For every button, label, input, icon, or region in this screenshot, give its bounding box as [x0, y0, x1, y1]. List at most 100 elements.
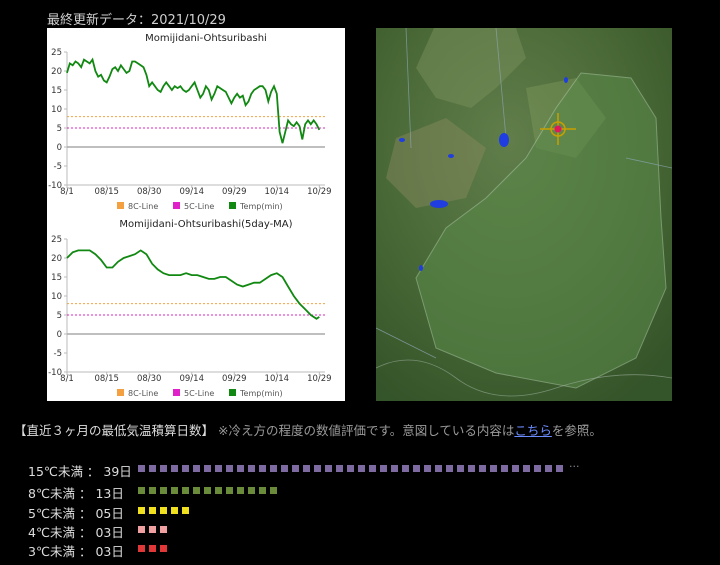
- day-square: [391, 465, 398, 472]
- lake: [430, 200, 448, 208]
- x-tick-label: 10/14: [265, 187, 290, 197]
- x-tick-label: 08/30: [137, 374, 162, 384]
- last-updated: 最終更新データ：2021/10/29: [47, 13, 226, 28]
- lake: [499, 133, 509, 147]
- y-tick-label: 10: [51, 292, 62, 302]
- day-square: [413, 465, 420, 472]
- day-square: [501, 465, 508, 472]
- chart-2: Momijidani-Ohtsuribashi(5day-MA) 25 20 15 10…: [48, 219, 331, 398]
- day-square: [545, 465, 552, 472]
- day-square: [281, 465, 288, 472]
- x-tick-label: 8/1: [60, 374, 74, 384]
- day-square: [160, 526, 167, 533]
- day-square: [358, 465, 365, 472]
- day-square: [193, 487, 200, 494]
- day-square: [160, 507, 167, 514]
- day-square: [149, 526, 156, 533]
- threshold-row: 3℃未満 ： 03日: [28, 541, 167, 559]
- day-square: [193, 465, 200, 472]
- day-square: [171, 487, 178, 494]
- legend-label: Temp(min): [239, 389, 283, 398]
- day-square: [534, 465, 541, 472]
- day-square: [138, 545, 145, 552]
- series-line-temp-min: [66, 249, 320, 320]
- day-square: [215, 487, 222, 494]
- day-square: [270, 465, 277, 472]
- x-tick-label: 08/30: [137, 187, 162, 197]
- chart-title: Momijidani-Ohtsuribashi(5day-MA): [119, 219, 292, 230]
- day-square: [479, 465, 486, 472]
- chart-panel: Momijidani-Ohtsuribashi 25 20 15 10 5 0 -5 -10 8/…: [47, 28, 345, 401]
- y-tick-label: 5: [57, 124, 62, 134]
- legend-swatch: [229, 389, 236, 396]
- threshold-row: 15℃未満 ： 39日 ···: [28, 460, 580, 479]
- x-tick-label: 09/29: [222, 187, 247, 197]
- y-tick-label: 10: [51, 105, 62, 115]
- day-square: [446, 465, 453, 472]
- day-square: [248, 465, 255, 472]
- threshold-label: 4℃未満 ： 03日: [28, 525, 124, 540]
- lake: [399, 138, 405, 142]
- summary-note-end: を参照。: [551, 423, 602, 438]
- overflow-ellipsis: ···: [569, 460, 580, 473]
- reference-link[interactable]: こちら: [514, 423, 552, 438]
- day-square: [226, 465, 233, 472]
- day-square: [325, 465, 332, 472]
- day-square: [380, 465, 387, 472]
- day-square: [468, 465, 475, 472]
- day-square: [347, 465, 354, 472]
- day-square: [171, 465, 178, 472]
- day-square: [435, 465, 442, 472]
- legend-swatch: [229, 202, 236, 209]
- day-square: [182, 465, 189, 472]
- map-image: [376, 28, 672, 401]
- series-line-temp-min: [66, 57, 321, 144]
- day-square: [149, 465, 156, 472]
- day-square: [490, 465, 497, 472]
- day-square: [369, 465, 376, 472]
- y-tick-label: 20: [51, 67, 62, 77]
- y-tick-label: 0: [57, 330, 62, 340]
- threshold-label: 5℃未満 ： 05日: [28, 506, 124, 521]
- x-tick-label: 8/1: [60, 187, 74, 197]
- terrain-map[interactable]: [376, 28, 672, 401]
- legend-label: Temp(min): [239, 202, 283, 211]
- threshold-row: 4℃未満 ： 03日: [28, 522, 167, 540]
- day-square: [259, 465, 266, 472]
- day-square: [182, 487, 189, 494]
- day-square: [424, 465, 431, 472]
- threshold-row: 8℃未満 ： 13日: [28, 483, 277, 501]
- chart-title: Momijidani-Ohtsuribashi: [145, 33, 267, 44]
- legend-label: 5C-Line: [184, 202, 214, 211]
- temperature-charts: Momijidani-Ohtsuribashi2520151050-5-108/…: [48, 33, 331, 398]
- legend-label: 8C-Line: [128, 202, 158, 211]
- y-tick-label: 25: [51, 235, 62, 245]
- x-tick-label: 10/29: [307, 187, 332, 197]
- y-tick-label: 0: [57, 143, 62, 153]
- summary-title: 【直近３ヶ月の最低気温積算日数】: [14, 423, 215, 438]
- chart-1: Momijidani-Ohtsuribashi2520151050-5-108/…: [48, 33, 331, 211]
- summary-note: ※冷え方の程度の数値評価です。意図している内容は: [214, 423, 515, 438]
- x-tick-label: 08/15: [94, 187, 119, 197]
- lake: [448, 154, 454, 158]
- x-tick-label: 08/15: [94, 374, 119, 384]
- day-square: [336, 465, 343, 472]
- threshold-row: 5℃未満 ： 05日: [28, 503, 189, 521]
- threshold-label: 15℃未満 ： 39日: [28, 464, 132, 479]
- day-square: [457, 465, 464, 472]
- day-square: [237, 487, 244, 494]
- legend-swatch: [117, 389, 124, 396]
- y-tick-label: 20: [51, 254, 62, 264]
- day-square: [226, 487, 233, 494]
- day-square: [303, 465, 310, 472]
- y-tick-label: -5: [54, 349, 62, 359]
- y-tick-label: 15: [51, 86, 62, 96]
- day-square: [149, 545, 156, 552]
- day-square: [138, 465, 145, 472]
- legend-swatch: [117, 202, 124, 209]
- lake: [419, 265, 423, 271]
- day-square: [270, 487, 277, 494]
- x-tick-label: 10/29: [307, 374, 332, 384]
- day-square: [138, 526, 145, 533]
- day-square: [523, 465, 530, 472]
